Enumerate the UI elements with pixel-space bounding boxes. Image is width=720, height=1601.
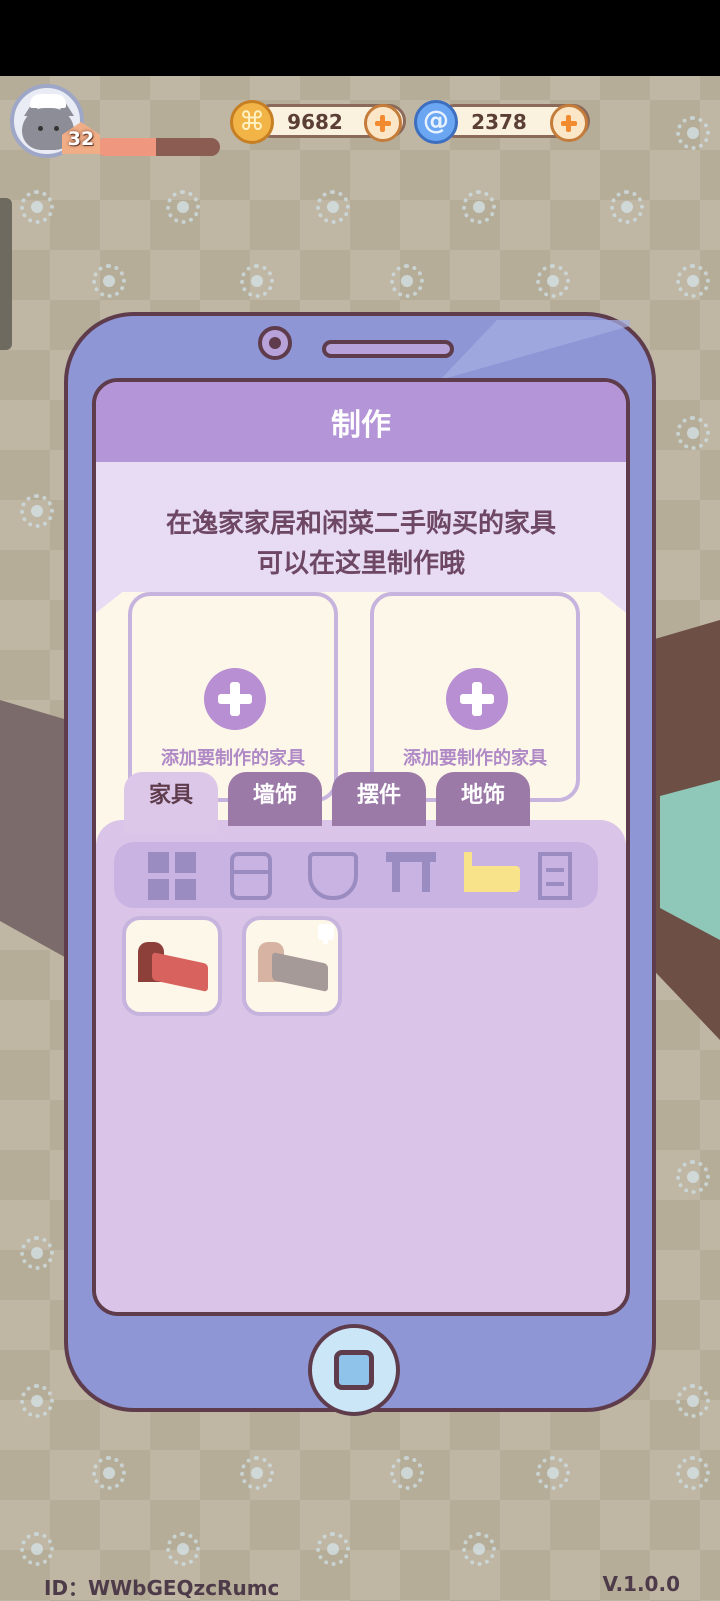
furniture-item[interactable] [122, 916, 222, 1016]
craft-screen: 制作 在逸家家居和闲菜二手购买的家具 可以在这里制作哦 添加要制作的家具 添加要… [92, 378, 630, 1316]
player-id: ID：WWbGEQzcRumc [44, 1576, 280, 1600]
tab-wall-decor[interactable]: 墙饰 [228, 772, 322, 826]
grid-icon[interactable] [148, 852, 198, 900]
add-icon [446, 668, 508, 730]
sun-decoration-icon [240, 1456, 274, 1490]
red-bed-icon [138, 942, 210, 992]
camera-icon [258, 326, 292, 360]
add-gems-button[interactable] [550, 104, 588, 142]
sun-decoration-icon [536, 1456, 570, 1490]
sun-decoration-icon [166, 190, 200, 224]
fridge-icon[interactable] [230, 852, 272, 900]
sun-decoration-icon [92, 1456, 126, 1490]
version-label: V.1.0.0 [602, 1572, 680, 1596]
gem-value: 2378 [471, 110, 527, 134]
shelf-icon[interactable] [538, 852, 572, 900]
beige-bed-icon [258, 942, 330, 992]
xp-bar-fill [96, 138, 156, 156]
sun-decoration-icon [676, 264, 710, 298]
speaker-slot [322, 340, 454, 358]
home-square-icon [334, 1350, 374, 1390]
sun-decoration-icon [676, 116, 710, 150]
add-coins-button[interactable] [364, 104, 402, 142]
add-icon [204, 668, 266, 730]
sun-decoration-icon [20, 494, 54, 528]
sun-decoration-icon [676, 1384, 710, 1418]
bed-icon[interactable] [464, 852, 520, 892]
description-line-1: 在逸家家居和闲菜二手购买的家具 [165, 509, 556, 539]
sun-decoration-icon [20, 190, 54, 224]
chef-hat-icon [30, 94, 66, 108]
sun-decoration-icon [610, 190, 644, 224]
category-tabs: 家具 墙饰 摆件 地饰 [124, 772, 624, 834]
description-line-2: 可以在这里制作哦 [256, 549, 465, 579]
cat-eye-icon [38, 126, 43, 131]
cat-eye-icon [54, 126, 59, 131]
sun-decoration-icon [316, 190, 350, 224]
tab-ornaments[interactable]: 摆件 [332, 772, 426, 826]
sun-decoration-icon [20, 1384, 54, 1418]
slot-label: 添加要制作的家具 [403, 748, 547, 769]
sun-decoration-icon [316, 1532, 350, 1566]
furniture-item[interactable] [242, 916, 342, 1016]
subcategory-bar [114, 842, 598, 908]
sun-decoration-icon [92, 264, 126, 298]
table-icon[interactable] [386, 852, 436, 900]
sun-decoration-icon [676, 416, 710, 450]
coin-value: 9682 [287, 110, 343, 134]
sun-decoration-icon [390, 264, 424, 298]
page-title: 制作 [331, 408, 391, 443]
swirl-gem-icon [414, 100, 458, 144]
tab-furniture[interactable]: 家具 [124, 772, 218, 834]
sun-decoration-icon [676, 1456, 710, 1490]
title-bar: 制作 [96, 382, 626, 462]
sun-decoration-icon [676, 1160, 710, 1194]
sun-decoration-icon [462, 190, 496, 224]
brush-icon [318, 924, 334, 944]
level-number: 32 [67, 128, 95, 150]
slot-label: 添加要制作的家具 [161, 748, 305, 769]
toilet-icon[interactable] [308, 852, 358, 900]
sun-decoration-icon [240, 264, 274, 298]
craft-description: 在逸家家居和闲菜二手购买的家具 可以在这里制作哦 [96, 504, 626, 584]
coin-icon [230, 100, 274, 144]
status-bar [0, 0, 720, 76]
sun-decoration-icon [20, 1236, 54, 1270]
sun-decoration-icon [20, 1532, 54, 1566]
sun-decoration-icon [390, 1456, 424, 1490]
tab-floor-decor[interactable]: 地饰 [436, 772, 530, 826]
craft-slot-2[interactable]: 添加要制作的家具 [370, 592, 580, 802]
sun-decoration-icon [536, 264, 570, 298]
sun-decoration-icon [462, 1532, 496, 1566]
home-button[interactable] [308, 1324, 400, 1416]
craft-slot-1[interactable]: 添加要制作的家具 [128, 592, 338, 802]
xp-bar [96, 138, 220, 156]
room-scenery-left [0, 700, 70, 960]
sun-decoration-icon [166, 1532, 200, 1566]
side-handle[interactable] [0, 198, 12, 350]
